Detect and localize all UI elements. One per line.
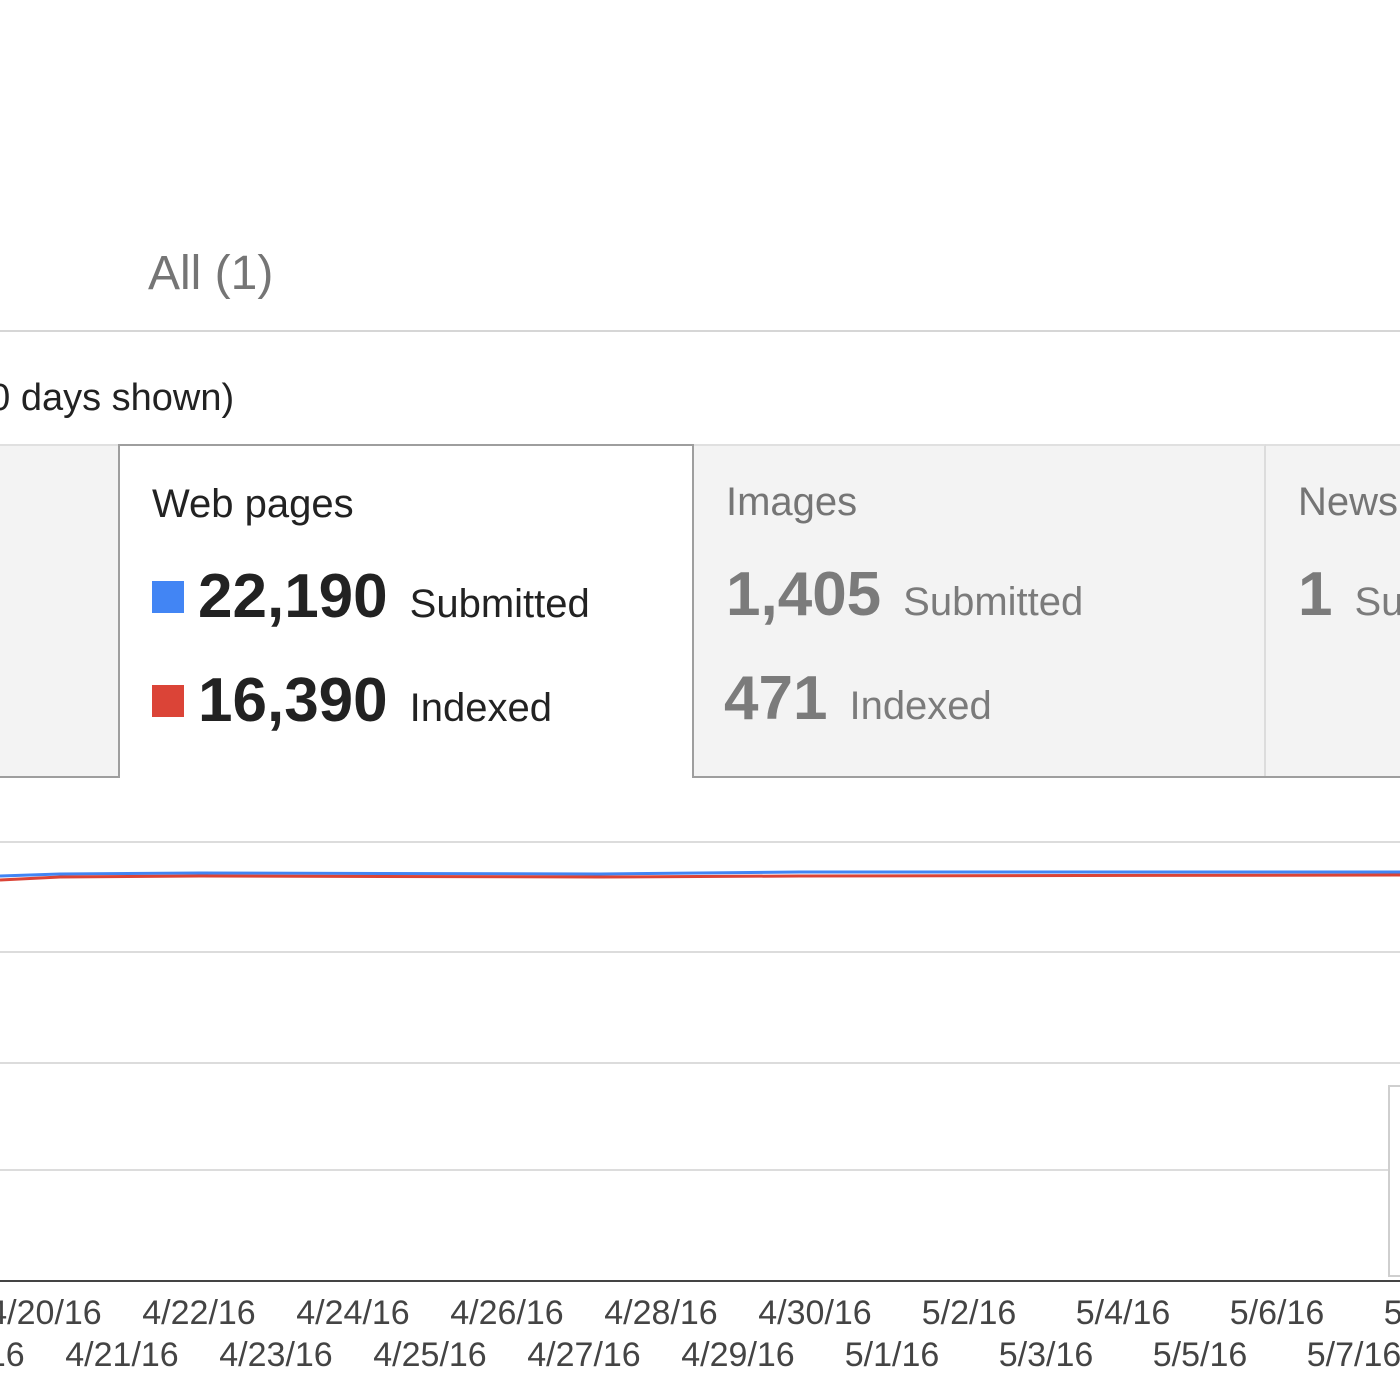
x-axis-lower-tick-label: 4/27/16	[527, 1336, 641, 1374]
web-pages-submitted-value: 22,190	[198, 562, 388, 631]
cards-baseline-right	[694, 776, 1400, 778]
chart-x-axis-labels: 4/20/16 4/22/16 4/24/16 4/26/16 4/28/16 4/30/…	[0, 1296, 1400, 1400]
images-indexed-value: 471	[724, 664, 828, 733]
web-pages-submitted-metric: 22,190 Submitted	[152, 566, 590, 628]
chart-gridlines	[0, 841, 1400, 1171]
x-axis-lower-tick-label: 5/5/16	[1152, 1336, 1248, 1374]
x-axis-lower-tick-label: 5/3/16	[998, 1336, 1094, 1374]
x-axis-lower-tick-label: 5/1/16	[844, 1336, 940, 1374]
x-axis-upper-tick-label: 4/22/16	[142, 1296, 256, 1332]
x-axis-upper-tick-label: 5/8/16	[1383, 1296, 1400, 1332]
x-axis-lower-tick-label: 4/29/16	[681, 1336, 795, 1374]
x-axis-upper-tick-label: 4/24/16	[296, 1296, 410, 1332]
card-web-pages[interactable]: Web pages 22,190 Submitted 16,390 Indexed	[118, 444, 694, 778]
chart-series-lines	[0, 870, 1400, 882]
images-indexed-metric: 471 Indexed	[724, 668, 992, 730]
cards-baseline-left	[0, 776, 118, 778]
news-submitted-label: Submitted	[1354, 580, 1400, 624]
period-text: 30 days shown)	[0, 377, 235, 419]
submitted-legend-swatch	[152, 581, 184, 613]
x-axis-lower-tick-label: 4/21/16	[65, 1336, 179, 1374]
x-axis-lower-tick-label: 4/23/16	[219, 1336, 333, 1374]
x-axis-upper-tick-label: 4/30/16	[758, 1296, 872, 1332]
card-news[interactable]: News 1Submitted	[1266, 444, 1400, 776]
tab-all-sitemaps[interactable]: All (1)	[148, 250, 273, 298]
images-submitted-value: 1,405	[726, 560, 882, 629]
web-pages-indexed-value: 16,390	[198, 666, 388, 735]
images-indexed-label: Indexed	[849, 684, 992, 728]
x-axis-upper-tick-label: 5/6/16	[1229, 1296, 1325, 1332]
news-submitted-metric: 1Submitted	[1298, 564, 1400, 626]
sitemap-index-chart	[0, 841, 1400, 1282]
x-axis-upper-tick-label: 4/28/16	[604, 1296, 718, 1332]
x-axis-lower-tick-label: 4/25/16	[373, 1336, 487, 1374]
card-all[interactable]	[0, 444, 118, 776]
x-axis-lower-tick-label: 5/7/16	[1306, 1336, 1400, 1374]
images-submitted-metric: 1,405 Submitted	[726, 564, 1083, 626]
web-pages-indexed-metric: 16,390 Indexed	[152, 670, 552, 732]
indexed-legend-swatch	[152, 685, 184, 717]
web-pages-indexed-label: Indexed	[409, 686, 552, 730]
images-submitted-label: Submitted	[903, 580, 1084, 624]
x-axis-upper-tick-label: 4/26/16	[450, 1296, 564, 1332]
card-title-images: Images	[726, 480, 858, 524]
card-title-web-pages: Web pages	[152, 482, 354, 526]
chart-side-handle[interactable]	[1388, 1085, 1400, 1277]
x-axis-upper-tick-label: 5/2/16	[921, 1296, 1017, 1332]
x-axis-lower-tick-label: 4/19/16	[0, 1336, 25, 1374]
web-pages-submitted-label: Submitted	[409, 582, 590, 626]
series-line-indexed	[0, 873, 1400, 882]
card-title-news: News	[1298, 480, 1399, 524]
x-axis-upper-tick-label: 5/4/16	[1075, 1296, 1171, 1332]
tab-divider	[0, 330, 1400, 332]
news-submitted-value: 1	[1298, 560, 1333, 629]
period-caption: 30 days shown)	[0, 376, 400, 426]
card-images[interactable]: Images 1,405 Submitted 471 Indexed	[694, 444, 1266, 776]
x-axis-upper-tick-label: 4/20/16	[0, 1296, 102, 1332]
